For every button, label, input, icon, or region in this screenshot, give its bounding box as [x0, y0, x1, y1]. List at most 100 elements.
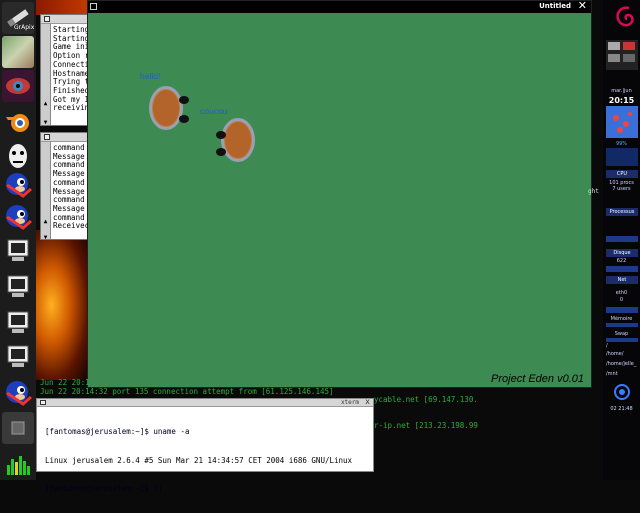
sonic-icon	[6, 173, 32, 198]
eth-label: eth0	[615, 290, 628, 296]
dock-icon-monitor-2[interactable]	[2, 270, 34, 302]
dock-icon-grey-box[interactable]	[2, 412, 34, 444]
dock-icon-grapix[interactable]: GrApix	[2, 2, 34, 34]
swap-label: Swap	[614, 331, 629, 337]
close-icon[interactable]: x	[365, 397, 370, 407]
dock-icon-sonic-3[interactable]	[2, 376, 34, 408]
cpu-graph	[606, 148, 638, 166]
network-status-icon[interactable]	[613, 383, 631, 401]
face-icon	[9, 144, 27, 168]
memory-label: Mémoire	[610, 316, 633, 322]
terminal-line: Linux jerusalem 2.6.4 #5 Sun Mar 21 14:3…	[45, 455, 353, 465]
swap-bar	[606, 338, 638, 342]
user-count: 7 users	[612, 186, 631, 192]
terminal-line: [fantomas@jerusalem:~]$ uname -a	[45, 427, 190, 436]
game-window[interactable]: Untitled ✕ hello! coucou Project Eden v0…	[87, 0, 592, 388]
dock-label-grapix: GrApix	[14, 24, 35, 31]
message-line: Receivec	[53, 221, 88, 231]
battery-display: 99%	[615, 141, 628, 147]
game-titlebar[interactable]: Untitled ✕	[88, 0, 591, 13]
desktop-wallpaper-flame	[36, 230, 88, 380]
window-menu-icon[interactable]	[44, 134, 50, 140]
dock-icon-monitor-1[interactable]	[2, 234, 34, 266]
scrollbar[interactable]: ▲ ▼	[41, 142, 51, 239]
syslog-line: Jun 22 20:14:32 port 135 connection atte…	[40, 387, 334, 396]
process-label: Processus	[606, 208, 638, 216]
game-canvas[interactable]: hello! coucou Project Eden v0.01	[88, 13, 591, 387]
tray-icons[interactable]	[606, 40, 638, 70]
mount-label: /home/jelle_	[606, 361, 637, 367]
dock-icon-monitor-4[interactable]	[2, 340, 34, 372]
terminal-title: xterm	[340, 399, 359, 406]
process-graph	[606, 236, 638, 242]
window-title: Untitled	[539, 2, 571, 10]
disk-graph	[606, 266, 638, 272]
tray-icon-grid	[608, 42, 635, 62]
scroll-down-icon[interactable]: ▼	[42, 119, 49, 125]
sonic-icon	[6, 381, 32, 406]
xterm-output: Starting Starting Game ini Option r Conn…	[53, 25, 88, 113]
xterm-messages-window[interactable]: ▲ ▼ command Message command Message comm…	[40, 132, 88, 240]
monitor-icon	[7, 345, 29, 367]
blender-icon	[6, 114, 29, 132]
fish-icon	[613, 112, 632, 133]
box-icon	[11, 421, 25, 435]
terminal-output[interactable]: [fantomas@jerusalem:~]$ uname -a Linux j…	[37, 407, 373, 513]
disk-value: 622	[616, 258, 627, 264]
dock-icon-monitor-3[interactable]	[2, 306, 34, 338]
window-menu-icon[interactable]	[44, 16, 50, 22]
net-label: Net	[606, 276, 638, 284]
scroll-up-icon[interactable]: ▲	[42, 100, 49, 107]
mount-label: /mnt	[606, 371, 618, 377]
clock-display: 20:15	[608, 96, 635, 105]
close-icon[interactable]: ✕	[578, 0, 587, 12]
monitor-icon	[7, 311, 29, 333]
dock-icon-photo[interactable]	[2, 36, 34, 68]
window-menu-icon[interactable]	[40, 400, 46, 405]
desktop-wallpaper-top	[36, 0, 88, 15]
syslog-fragment: r-ip.net [213.23.198.99	[374, 421, 478, 430]
disk-label: Disque	[606, 249, 638, 257]
game-brand-label: Project Eden v0.01	[491, 373, 584, 385]
sonic-icon	[6, 205, 32, 230]
dock-icon-blender[interactable]	[2, 106, 34, 138]
scroll-down-icon[interactable]: ▼	[42, 234, 49, 239]
xterm-titlebar[interactable]	[41, 15, 87, 24]
xterm-titlebar[interactable]	[41, 133, 87, 142]
system-monitor-panel: mar.|jun 20:15 99% CPU 101 procs 7 users…	[603, 0, 640, 480]
scrollbar[interactable]: ▲ ▼	[41, 24, 51, 125]
dock-icon-sonic-2[interactable]	[2, 200, 34, 232]
xterm-log-window[interactable]: ▲ ▼ Starting Starting Game ini Option r …	[40, 14, 88, 126]
xterm-output: command Message command Message command …	[53, 143, 88, 231]
left-dock: GrApix	[0, 0, 36, 480]
terminal-window[interactable]: xterm x [fantomas@jerusalem:~]$ uname -a…	[36, 397, 374, 493]
weather-applet[interactable]	[606, 106, 638, 138]
player-avatar[interactable]	[146, 83, 192, 133]
syslog-fragment: ght	[588, 188, 599, 195]
monitor-icon	[7, 275, 29, 297]
dock-icon-equalizer[interactable]	[2, 446, 34, 478]
net-graph	[606, 307, 638, 313]
terminal-titlebar[interactable]: xterm x	[37, 397, 373, 407]
syslog-line: Jun 22 20:1	[40, 378, 90, 387]
player-speech-bubble: hello!	[140, 71, 161, 81]
window-menu-icon[interactable]	[90, 3, 97, 10]
eth-value: 0	[619, 297, 624, 303]
scroll-up-icon[interactable]: ▲	[42, 218, 49, 225]
monitor-icon	[7, 239, 29, 261]
cpu-label: CPU	[606, 170, 638, 178]
syslog-fragment: ycable.net [69.147.130.	[374, 395, 478, 404]
date-display: mar.|jun	[611, 88, 632, 94]
mount-label: /	[606, 343, 608, 349]
memory-bar	[606, 323, 638, 327]
bottom-clock: 02 21:48	[610, 406, 633, 412]
dock-icon-eye[interactable]	[2, 70, 34, 102]
equalizer-icon	[7, 456, 30, 475]
debian-logo-icon[interactable]	[613, 4, 637, 30]
player-avatar[interactable]	[214, 115, 260, 165]
eye-icon	[6, 78, 30, 94]
terminal-prompt-line[interactable]: [fantomas@jerusalem:~]$ []	[45, 484, 373, 494]
mount-label: /home/	[606, 351, 624, 357]
dock-icon-sonic-1[interactable]	[2, 168, 34, 200]
log-line: receivin	[53, 103, 88, 113]
